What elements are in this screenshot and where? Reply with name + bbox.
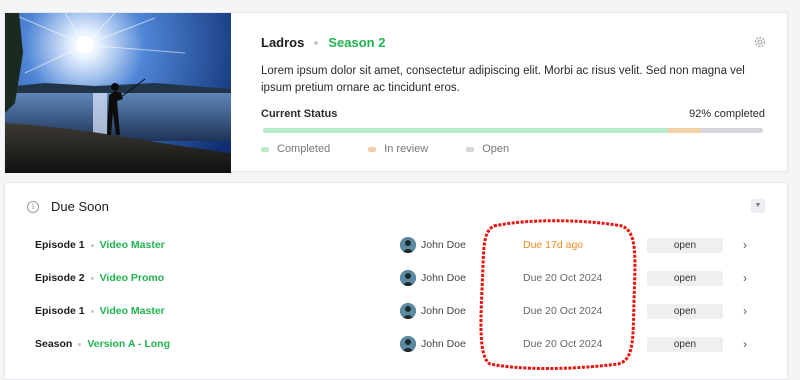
version-link[interactable]: Video Master: [100, 305, 165, 317]
status-badge: open: [647, 237, 723, 253]
caret-down-icon[interactable]: ▼: [751, 199, 765, 213]
separator-dot: [90, 276, 94, 280]
due-soon-card: i Due Soon ▼ Episode 1 Video Master John…: [4, 182, 788, 380]
info-icon[interactable]: i: [27, 200, 39, 213]
chevron-right-icon[interactable]: ›: [743, 337, 747, 351]
progress-segment-open: [700, 128, 763, 133]
due-row[interactable]: Season Version A - Long John Doe Due 20 …: [5, 332, 789, 356]
episode-label: Episode 1: [35, 239, 85, 251]
version-link[interactable]: Video Promo: [100, 272, 165, 284]
progress-segment-in-review: [668, 128, 701, 133]
legend-swatch: [368, 146, 377, 152]
assignee-name: John Doe: [421, 272, 466, 284]
legend-item-open: Open: [466, 143, 509, 155]
current-status-label: Current Status: [261, 108, 338, 120]
row-title: Season Version A - Long: [35, 338, 170, 350]
episode-label: Episode 2: [35, 272, 85, 284]
project-card: Ladros Season 2 Lorem ipsum dolor sit am…: [4, 12, 788, 173]
project-cover-image: [5, 13, 231, 173]
due-soon-header: i Due Soon: [27, 199, 109, 214]
chevron-right-icon[interactable]: ›: [743, 304, 747, 318]
status-progress-bar: [263, 128, 763, 133]
separator-dot: [314, 40, 319, 45]
due-row[interactable]: Episode 1 Video Master John Doe Due 20 O…: [5, 299, 789, 323]
row-title: Episode 2 Video Promo: [35, 272, 164, 284]
episode-label: Season: [35, 338, 73, 350]
separator-dot: [90, 243, 94, 247]
due-date: Due 20 Oct 2024: [523, 305, 603, 317]
status-badge: open: [647, 303, 723, 319]
due-date: Due 20 Oct 2024: [523, 272, 603, 284]
due-row[interactable]: Episode 2 Video Promo John Doe Due 20 Oc…: [5, 266, 789, 290]
assignee: John Doe: [400, 336, 466, 352]
status-badge: open: [647, 336, 723, 352]
row-title: Episode 1 Video Master: [35, 305, 165, 317]
legend-swatch: [261, 146, 269, 152]
legend-label: Open: [482, 143, 510, 155]
legend-label: In review: [384, 143, 429, 155]
avatar: [400, 270, 416, 286]
legend-label: Completed: [277, 143, 331, 155]
assignee: John Doe: [400, 303, 466, 319]
project-title-row: Ladros Season 2: [261, 35, 385, 50]
assignee: John Doe: [400, 237, 466, 253]
version-link[interactable]: Version A - Long: [87, 338, 170, 350]
separator-dot: [78, 342, 82, 346]
row-title: Episode 1 Video Master: [35, 239, 165, 251]
separator-dot: [90, 309, 94, 313]
avatar: [400, 237, 416, 253]
completion-percent: 92% completed: [689, 108, 765, 120]
project-description: Lorem ipsum dolor sit amet, consectetur …: [261, 65, 745, 94]
status-legend: Completed In review Open: [261, 143, 547, 155]
project-name: Ladros: [261, 35, 305, 50]
due-date: Due 17d ago: [523, 239, 584, 251]
legend-item-completed: Completed: [261, 143, 330, 155]
status-badge: open: [647, 270, 723, 286]
assignee-name: John Doe: [421, 239, 466, 251]
legend-swatch: [466, 146, 475, 152]
due-soon-title: Due Soon: [51, 199, 109, 214]
assignee-name: John Doe: [421, 338, 466, 350]
avatar: [400, 303, 416, 319]
progress-segment-completed: [263, 128, 668, 133]
version-link[interactable]: Video Master: [100, 239, 165, 251]
chevron-right-icon[interactable]: ›: [743, 238, 747, 252]
assignee: John Doe: [400, 270, 466, 286]
avatar: [400, 336, 416, 352]
season-link[interactable]: Season 2: [328, 35, 385, 50]
chevron-right-icon[interactable]: ›: [743, 271, 747, 285]
due-date: Due 20 Oct 2024: [523, 338, 603, 350]
gear-icon[interactable]: [753, 35, 767, 49]
episode-label: Episode 1: [35, 305, 85, 317]
due-row[interactable]: Episode 1 Video Master John Doe Due 17d …: [5, 233, 789, 257]
legend-item-in-review: In review: [368, 143, 428, 155]
assignee-name: John Doe: [421, 305, 466, 317]
